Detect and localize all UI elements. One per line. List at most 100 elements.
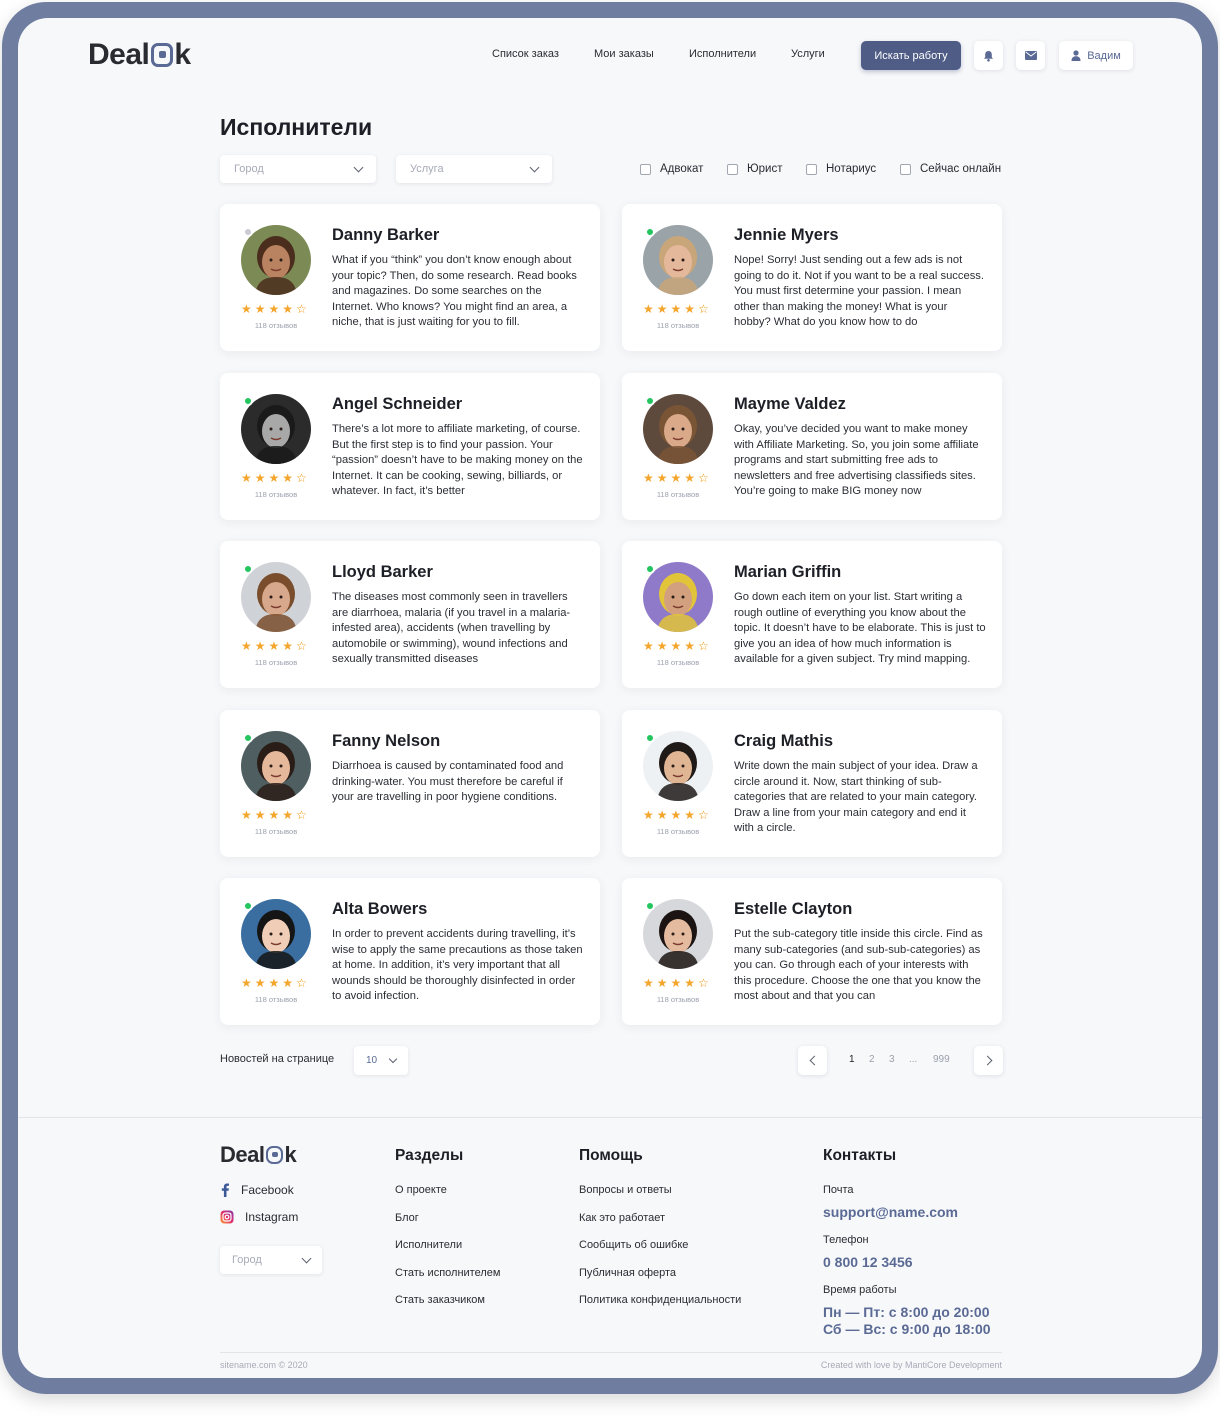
notifications-button[interactable] xyxy=(974,41,1003,70)
performer-name[interactable]: Estelle Clayton xyxy=(734,900,852,919)
star-full-icon: ★ xyxy=(656,639,668,653)
performer-card[interactable]: ★ ★ ★ ★ ☆ 118 отзывов Alta Bowers In order to p… xyxy=(220,878,600,1025)
checkbox[interactable] xyxy=(806,163,817,175)
star-full-icon: ★ xyxy=(643,471,654,485)
checkbox[interactable] xyxy=(727,163,738,175)
next-page-button[interactable] xyxy=(974,1046,1003,1075)
prev-page-button[interactable] xyxy=(798,1046,827,1075)
phone-link[interactable]: 0 800 12 3456 xyxy=(823,1254,913,1270)
page-ellipsis: ... xyxy=(909,1054,918,1065)
find-work-button[interactable]: Искать работу xyxy=(861,41,961,70)
filter-notary[interactable]: Нотариус xyxy=(806,161,876,177)
footer-link-become-customer[interactable]: Стать заказчиком xyxy=(395,1294,485,1306)
city-select[interactable]: Город xyxy=(220,155,376,183)
star-full-icon: ★ xyxy=(282,471,294,485)
star-full-icon: ★ xyxy=(254,639,266,653)
footer-link-report-bug[interactable]: Сообщить об ошибке xyxy=(579,1239,688,1251)
reviews-count[interactable]: 118 отзывов xyxy=(241,658,311,667)
reviews-count[interactable]: 118 отзывов xyxy=(241,321,311,330)
star-full-icon: ★ xyxy=(282,976,294,990)
filter-online-now[interactable]: Сейчас онлайн xyxy=(900,161,1001,177)
chevron-left-icon xyxy=(809,1055,819,1066)
messages-button[interactable] xyxy=(1016,41,1045,70)
user-menu-button[interactable]: Вадим xyxy=(1059,41,1133,70)
performer-name[interactable]: Fanny Nelson xyxy=(332,732,440,751)
performer-name[interactable]: Danny Barker xyxy=(332,226,439,245)
footer-divider xyxy=(18,1117,1202,1118)
logo[interactable]: Deal k xyxy=(88,38,191,72)
performer-description: Put the sub-category title inside this c… xyxy=(734,928,983,1003)
footer-link-about[interactable]: О проекте xyxy=(395,1184,447,1196)
performer-name[interactable]: Lloyd Barker xyxy=(332,563,433,582)
star-half-icon: ☆ xyxy=(698,471,709,485)
footer-link-faq[interactable]: Вопросы и ответы xyxy=(579,1184,672,1196)
filter-lawyer-advocate[interactable]: Адвокат xyxy=(640,161,703,177)
performer-description: Diarrhoea is caused by contaminated food… xyxy=(332,760,564,804)
footer-city-select[interactable]: Город xyxy=(220,1246,322,1274)
service-select[interactable]: Услуга xyxy=(396,155,552,183)
copyright: sitename.com © 2020 xyxy=(220,1360,308,1370)
footer-link-performers[interactable]: Исполнители xyxy=(395,1239,462,1251)
page-2[interactable]: 2 xyxy=(869,1054,875,1065)
performer-card[interactable]: ★ ★ ★ ★ ☆ 118 отзывов Mayme Valdez Okay, you’ve… xyxy=(622,373,1002,520)
offline-status-icon xyxy=(243,227,253,237)
checkbox[interactable] xyxy=(900,163,911,175)
footer-logo[interactable]: Deal k xyxy=(220,1142,297,1168)
footer-link-blog[interactable]: Блог xyxy=(395,1212,419,1224)
footer-link-privacy-policy[interactable]: Политика конфиденциальности xyxy=(579,1294,741,1306)
star-full-icon: ★ xyxy=(684,639,696,653)
footer-link-public-offer[interactable]: Публичная оферта xyxy=(579,1267,676,1279)
page-999[interactable]: 999 xyxy=(933,1054,950,1065)
performer-name[interactable]: Marian Griffin xyxy=(734,563,841,582)
checkbox[interactable] xyxy=(640,163,651,175)
nav-orders-list[interactable]: Список заказ xyxy=(492,48,559,64)
star-full-icon: ★ xyxy=(656,976,668,990)
footer-link-become-performer[interactable]: Стать исполнителем xyxy=(395,1267,500,1279)
reviews-count[interactable]: 118 отзывов xyxy=(241,490,311,499)
checkbox-label: Нотариус xyxy=(826,163,877,175)
star-half-icon: ☆ xyxy=(296,976,307,990)
footer-link-how-it-works[interactable]: Как это работает xyxy=(579,1212,665,1224)
reviews-count[interactable]: 118 отзывов xyxy=(643,490,713,499)
page-1[interactable]: 1 xyxy=(849,1054,855,1065)
star-half-icon: ☆ xyxy=(296,471,307,485)
performer-card[interactable]: ★ ★ ★ ★ ☆ 118 отзывов Craig Mathis Write down t… xyxy=(622,710,1002,857)
nav-performers[interactable]: Исполнители xyxy=(689,48,756,64)
nav-my-orders[interactable]: Мои заказы xyxy=(594,48,654,64)
user-name: Вадим xyxy=(1087,49,1121,62)
filter-jurist[interactable]: Юрист xyxy=(727,161,782,177)
reviews-count[interactable]: 118 отзывов xyxy=(643,321,713,330)
instagram-link[interactable]: Instagram xyxy=(220,1210,298,1224)
performer-name[interactable]: Mayme Valdez xyxy=(734,395,846,414)
performer-card[interactable]: ★ ★ ★ ★ ☆ 118 отзывов Fanny Nelson Diarrhoea is… xyxy=(220,710,600,857)
reviews-count[interactable]: 118 отзывов xyxy=(643,995,713,1004)
star-full-icon: ★ xyxy=(268,471,280,485)
phone-label: Телефон xyxy=(823,1234,869,1246)
page-3[interactable]: 3 xyxy=(889,1054,895,1065)
per-page-label: Новостей на странице xyxy=(220,1053,335,1065)
star-full-icon: ★ xyxy=(268,302,280,316)
reviews-count[interactable]: 118 отзывов xyxy=(643,827,713,836)
reviews-count[interactable]: 118 отзывов xyxy=(643,658,713,667)
performer-name[interactable]: Alta Bowers xyxy=(332,900,427,919)
performer-name[interactable]: Angel Schneider xyxy=(332,395,462,414)
star-full-icon: ★ xyxy=(282,302,294,316)
performer-card[interactable]: ★ ★ ★ ★ ☆ 118 отзывов Danny Barker What if you … xyxy=(220,204,600,351)
support-email-link[interactable]: support@name.com xyxy=(823,1204,958,1220)
reviews-count[interactable]: 118 отзывов xyxy=(241,995,311,1004)
reviews-count[interactable]: 118 отзывов xyxy=(241,827,311,836)
performer-card[interactable]: ★ ★ ★ ★ ☆ 118 отзывов Lloyd Barker The diseases… xyxy=(220,541,600,688)
star-full-icon: ★ xyxy=(670,302,682,316)
star-half-icon: ☆ xyxy=(698,976,709,990)
performer-card[interactable]: ★ ★ ★ ★ ☆ 118 отзывов Estelle Clayton Put the s… xyxy=(622,878,1002,1025)
contacts-title: Контакты xyxy=(823,1147,897,1164)
performer-name[interactable]: Craig Mathis xyxy=(734,732,833,751)
performer-card[interactable]: ★ ★ ★ ★ ☆ 118 отзывов Marian Griffin Go down ea… xyxy=(622,541,1002,688)
performer-description: Nope! Sorry! Just sending out a few ads … xyxy=(734,254,984,329)
facebook-link[interactable]: Facebook xyxy=(220,1183,294,1197)
performer-name[interactable]: Jennie Myers xyxy=(734,226,839,245)
per-page-select[interactable]: 10 xyxy=(354,1046,408,1075)
performer-card[interactable]: ★ ★ ★ ★ ☆ 118 отзывов Angel Schneider There’s a… xyxy=(220,373,600,520)
performer-card[interactable]: ★ ★ ★ ★ ☆ 118 отзывов Jennie Myers Nope! Sorry!… xyxy=(622,204,1002,351)
nav-services[interactable]: Услуги xyxy=(791,48,825,64)
